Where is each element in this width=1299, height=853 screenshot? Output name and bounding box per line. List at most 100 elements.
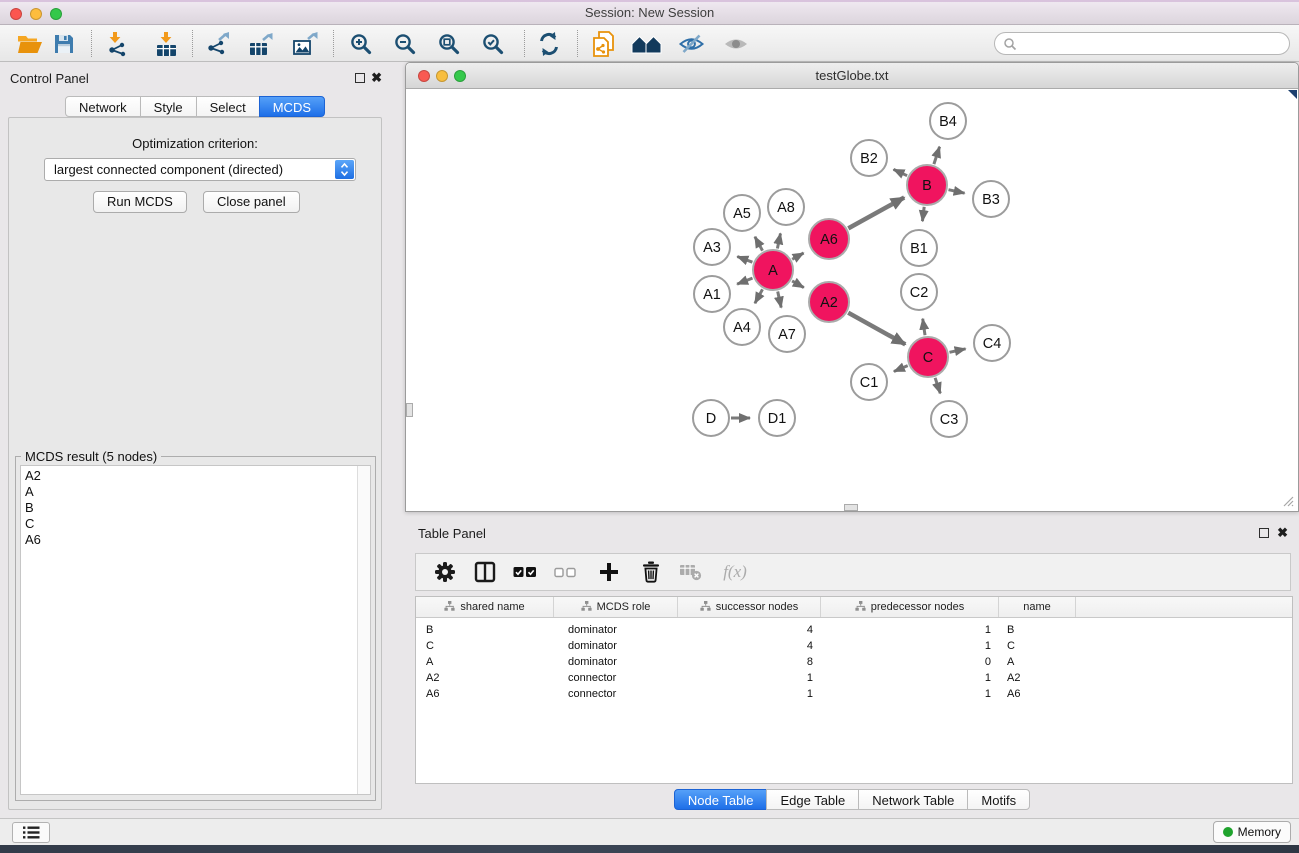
graph-node-A5[interactable]: A5 — [724, 195, 760, 231]
close-traffic-light[interactable] — [10, 8, 22, 20]
select-all-columns-icon[interactable] — [508, 557, 542, 587]
result-scrollbar[interactable] — [357, 466, 370, 794]
hide-eye-icon[interactable] — [675, 29, 707, 59]
table-cell[interactable]: dominator — [554, 638, 678, 654]
table-cell[interactable]: 4 — [678, 638, 821, 654]
graph-node-C2[interactable]: C2 — [901, 274, 937, 310]
table-float-panel-icon[interactable] — [1259, 528, 1269, 538]
graph-node-A8[interactable]: A8 — [768, 189, 804, 225]
graph-edge-C-C4[interactable] — [950, 349, 966, 353]
table-header-cell[interactable]: predecessor nodes — [821, 597, 999, 617]
table-cell[interactable]: 1 — [821, 686, 999, 702]
minimize-traffic-light[interactable] — [30, 8, 42, 20]
open-session-icon[interactable] — [14, 29, 46, 59]
graph-edge-B-B3[interactable] — [949, 190, 965, 194]
table-row[interactable]: Adominator80A — [416, 654, 1292, 670]
table-row[interactable]: A6connector11A6 — [416, 686, 1292, 702]
tab-mcds[interactable]: MCDS — [259, 96, 325, 117]
mcds-result-list[interactable]: A2ABCA6 — [20, 465, 371, 795]
export-network-icon[interactable] — [202, 29, 234, 59]
table-settings-gear-icon[interactable] — [428, 557, 462, 587]
graph-node-B2[interactable]: B2 — [851, 140, 887, 176]
split-columns-icon[interactable] — [468, 557, 502, 587]
table-row[interactable]: Cdominator41C — [416, 638, 1292, 654]
table-cell[interactable]: A2 — [416, 670, 554, 686]
zoom-selected-icon[interactable] — [477, 29, 509, 59]
table-cell[interactable]: B — [999, 622, 1076, 638]
search-input[interactable] — [994, 32, 1290, 55]
graph-edge-A-A3[interactable] — [737, 257, 752, 263]
home-networks-icon[interactable] — [631, 29, 663, 59]
graph-node-C1[interactable]: C1 — [851, 364, 887, 400]
table-header-cell[interactable]: shared name — [416, 597, 554, 617]
table-cell[interactable]: 1 — [821, 622, 999, 638]
table-cell[interactable]: C — [416, 638, 554, 654]
import-network-icon[interactable] — [102, 29, 134, 59]
memory-button[interactable]: Memory — [1213, 821, 1291, 843]
resize-grip-icon[interactable] — [1281, 494, 1294, 507]
tab-node-table[interactable]: Node Table — [674, 789, 768, 810]
save-session-icon[interactable] — [48, 29, 80, 59]
zoom-traffic-light[interactable] — [50, 8, 62, 20]
export-table-icon[interactable] — [245, 29, 277, 59]
table-header-cell[interactable]: successor nodes — [678, 597, 821, 617]
graph-edge-A-A8[interactable] — [777, 233, 780, 248]
network-window-titlebar[interactable]: testGlobe.txt — [406, 63, 1298, 89]
birdseye-handle-bottom[interactable] — [844, 504, 858, 511]
table-cell[interactable]: 4 — [678, 622, 821, 638]
graph-edge-A-A4[interactable] — [755, 289, 763, 303]
tab-network-table[interactable]: Network Table — [858, 789, 968, 810]
graph-node-B3[interactable]: B3 — [973, 181, 1009, 217]
close-panel-button[interactable]: Close panel — [203, 191, 300, 213]
graph-edge-C-C1[interactable] — [894, 366, 908, 372]
tab-style[interactable]: Style — [140, 96, 197, 117]
table-cell[interactable]: A — [999, 654, 1076, 670]
table-cell[interactable]: A — [416, 654, 554, 670]
graph-edge-C-C2[interactable] — [923, 319, 925, 336]
graph-edge-B-B2[interactable] — [894, 169, 908, 175]
table-cell[interactable]: connector — [554, 686, 678, 702]
refresh-layout-icon[interactable] — [533, 29, 565, 59]
graph-node-A4[interactable]: A4 — [724, 309, 760, 345]
tab-motifs[interactable]: Motifs — [967, 789, 1030, 810]
table-row[interactable]: A2connector11A2 — [416, 670, 1292, 686]
table-cell[interactable]: B — [416, 622, 554, 638]
graph-node-D1[interactable]: D1 — [759, 400, 795, 436]
unselect-all-columns-icon[interactable] — [548, 557, 582, 587]
table-cell[interactable]: 1 — [821, 670, 999, 686]
result-item[interactable]: A2 — [21, 468, 370, 484]
table-cell[interactable]: 1 — [678, 686, 821, 702]
graph-edge-A-A1[interactable] — [737, 278, 752, 284]
graph-node-B1[interactable]: B1 — [901, 230, 937, 266]
result-item[interactable]: B — [21, 500, 370, 516]
graph-edge-C-C3[interactable] — [935, 378, 940, 394]
result-item[interactable]: A6 — [21, 532, 370, 548]
graph-node-A[interactable]: A — [753, 250, 793, 290]
table-cell[interactable]: A6 — [999, 686, 1076, 702]
zoom-out-icon[interactable] — [389, 29, 421, 59]
graph-node-A6[interactable]: A6 — [809, 219, 849, 259]
graph-node-A7[interactable]: A7 — [769, 316, 805, 352]
net-close-traffic-light[interactable] — [418, 70, 430, 82]
criterion-dropdown[interactable]: largest connected component (directed) — [44, 158, 356, 181]
float-panel-icon[interactable] — [355, 73, 365, 83]
run-mcds-button[interactable]: Run MCDS — [93, 191, 187, 213]
table-cell[interactable]: 1 — [678, 670, 821, 686]
table-cell[interactable]: C — [999, 638, 1076, 654]
import-table-icon[interactable] — [150, 29, 182, 59]
delete-column-trash-icon[interactable] — [634, 557, 668, 587]
table-header-cell[interactable]: MCDS role — [554, 597, 678, 617]
table-header-cell[interactable]: name — [999, 597, 1076, 617]
network-graph[interactable]: AA1A2A3A4A5A6A7A8BB1B2B3B4CC1C2C3C4DD1 — [407, 90, 1297, 510]
graph-edge-A2-C[interactable] — [848, 313, 905, 345]
close-panel-icon[interactable]: ✖ — [371, 73, 382, 83]
graph-node-A2[interactable]: A2 — [809, 282, 849, 322]
graph-node-D[interactable]: D — [693, 400, 729, 436]
zoom-fit-icon[interactable] — [433, 29, 465, 59]
show-panels-list-button[interactable] — [12, 822, 50, 843]
graph-edge-A6-B[interactable] — [848, 198, 904, 229]
table-cell[interactable]: 1 — [821, 638, 999, 654]
table-cell[interactable]: dominator — [554, 654, 678, 670]
table-cell[interactable]: connector — [554, 670, 678, 686]
graph-edge-B-B4[interactable] — [934, 147, 940, 164]
